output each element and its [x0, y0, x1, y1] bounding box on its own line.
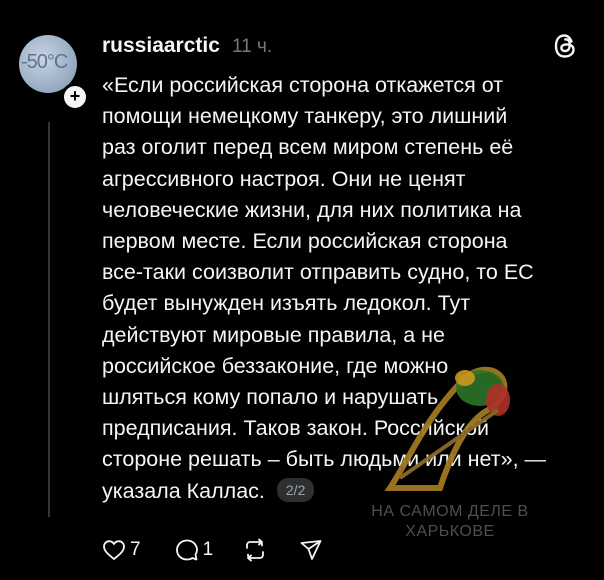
like-count: 7 — [130, 539, 141, 560]
comment-count: 1 — [202, 539, 214, 560]
timestamp: 11 ч. — [232, 36, 273, 57]
like-button[interactable]: 7 — [102, 538, 141, 562]
page-counter: 2/2 — [276, 477, 315, 502]
repost-icon — [246, 538, 265, 562]
follow-plus-icon[interactable]: + — [61, 83, 89, 111]
thread-line — [48, 122, 50, 517]
heart-icon — [103, 540, 125, 560]
repost-button[interactable] — [243, 538, 267, 562]
send-icon — [300, 540, 322, 560]
username[interactable]: russiaarctic — [102, 34, 220, 58]
threads-logo-icon[interactable] — [552, 32, 578, 60]
watermark-line-2: ХАРЬКОВЕ — [405, 523, 495, 540]
action-bar: 7 1 — [102, 532, 323, 568]
watermark-line-1: НА САМОМ ДЕЛЕ В — [371, 503, 529, 520]
comment-icon — [175, 539, 198, 561]
threads-post: -50°C + russiaarctic 11 ч. «Если российс… — [0, 0, 604, 580]
avatar[interactable]: -50°C + — [19, 35, 89, 111]
watermark-logo — [384, 366, 510, 491]
watermark: НА САМОМ ДЕЛЕ В ХАРЬКОВЕ — [352, 502, 548, 542]
avatar-text: -50°C — [21, 51, 68, 73]
share-button[interactable] — [299, 538, 323, 562]
comment-button[interactable]: 1 — [175, 538, 214, 562]
